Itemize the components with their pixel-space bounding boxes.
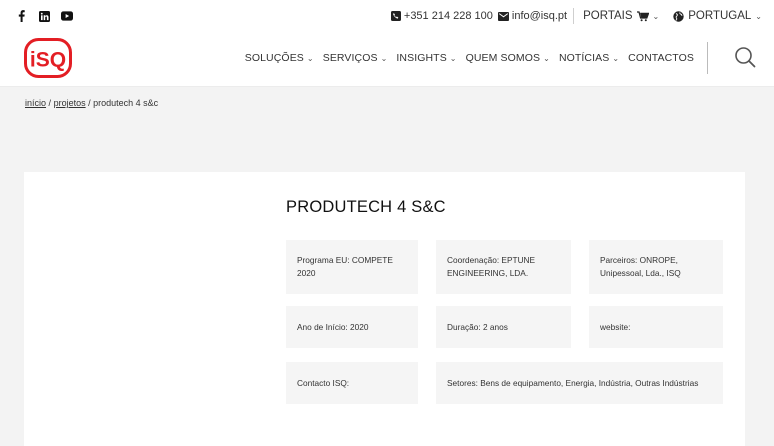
info-programa: Programa EU: COMPETE 2020 bbox=[286, 240, 418, 294]
portais-label: PORTAIS bbox=[583, 10, 633, 22]
nav-item-noticias[interactable]: NOTÍCIAS ⌄ bbox=[559, 52, 619, 64]
portais-dropdown[interactable]: PORTAIS ⌄ bbox=[583, 10, 659, 22]
nav-item-solucoes[interactable]: SOLUÇÕES ⌄ bbox=[245, 52, 314, 64]
page-title: PRODUTECH 4 S&C bbox=[286, 198, 446, 216]
divider bbox=[573, 8, 575, 24]
isq-logo[interactable]: iSQ bbox=[24, 38, 72, 78]
cart-icon bbox=[636, 10, 649, 21]
country-label: PORTUGAL bbox=[688, 10, 752, 22]
nav-item-insights[interactable]: INSIGHTS ⌄ bbox=[396, 52, 456, 64]
chevron-down-icon: ⌄ bbox=[380, 53, 388, 63]
info-text: Setores: Bens de equipamento, Energia, I… bbox=[447, 377, 699, 388]
nav-label: INSIGHTS bbox=[396, 52, 447, 64]
info-ano-inicio: Ano de Início: 2020 bbox=[286, 306, 418, 348]
breadcrumb-current: produtech 4 s&c bbox=[93, 98, 159, 108]
contact-bar: +351 214 228 100 info@isq.pt PORTAIS ⌄ P… bbox=[390, 8, 762, 24]
nav-label: QUEM SOMOS bbox=[465, 52, 541, 64]
chevron-down-icon: ⌄ bbox=[543, 53, 550, 63]
main-header: iSQ SOLUÇÕES ⌄ SERVIÇOS ⌄ INSIGHTS ⌄ QUEM S… bbox=[0, 32, 774, 87]
phone-link[interactable]: +351 214 228 100 bbox=[390, 10, 493, 22]
info-text: Duração: 2 anos bbox=[447, 321, 508, 332]
info-parceiros: Parceiros: ONROPE, Unipessoal, Lda., ISQ bbox=[589, 240, 723, 294]
info-text: website: bbox=[600, 321, 631, 332]
social-links bbox=[15, 10, 73, 22]
logo-text: iSQ bbox=[30, 49, 66, 72]
nav-label: SOLUÇÕES bbox=[244, 52, 304, 64]
chevron-down-icon: ⌄ bbox=[306, 53, 314, 63]
nav-item-contactos[interactable]: CONTACTOS bbox=[628, 52, 694, 64]
info-text: Ano de Início: 2020 bbox=[297, 321, 369, 332]
facebook-icon[interactable] bbox=[15, 10, 27, 22]
info-contacto: Contacto ISQ: bbox=[286, 362, 418, 404]
info-website: website: bbox=[589, 306, 723, 348]
mail-icon bbox=[497, 11, 509, 21]
search-icon[interactable] bbox=[734, 46, 756, 68]
chevron-down-icon: ⌄ bbox=[755, 11, 762, 21]
info-setores: Setores: Bens de equipamento, Energia, I… bbox=[436, 362, 723, 404]
breadcrumb-home-link[interactable]: início bbox=[25, 98, 46, 108]
country-dropdown[interactable]: PORTUGAL ⌄ bbox=[673, 10, 762, 22]
breadcrumb-projects-link[interactable]: projetos bbox=[54, 98, 86, 108]
breadcrumb: início / projetos / produtech 4 s&c bbox=[25, 98, 158, 108]
youtube-icon[interactable] bbox=[61, 10, 73, 22]
chevron-down-icon: ⌄ bbox=[612, 53, 620, 63]
info-text: Programa EU: COMPETE 2020 bbox=[297, 255, 393, 278]
info-coordenacao: Coordenação: EPTUNE ENGINEERING, LDA. bbox=[436, 240, 571, 294]
main-nav: SOLUÇÕES ⌄ SERVIÇOS ⌄ INSIGHTS ⌄ QUEM SOMOS… bbox=[245, 52, 694, 64]
nav-label: CONTACTOS bbox=[628, 52, 694, 64]
chevron-down-icon: ⌄ bbox=[449, 53, 457, 63]
nav-label: NOTÍCIAS bbox=[558, 52, 610, 64]
project-card: PRODUTECH 4 S&C Programa EU: COMPETE 202… bbox=[24, 172, 745, 446]
linkedin-icon[interactable] bbox=[38, 10, 50, 22]
info-duracao: Duração: 2 anos bbox=[436, 306, 571, 348]
info-text: Parceiros: ONROPE, Unipessoal, Lda., ISQ bbox=[600, 255, 681, 278]
nav-divider bbox=[707, 42, 708, 74]
top-bar: +351 214 228 100 info@isq.pt PORTAIS ⌄ P… bbox=[0, 0, 774, 32]
phone-icon bbox=[390, 11, 401, 21]
chevron-down-icon: ⌄ bbox=[652, 11, 660, 21]
globe-icon bbox=[673, 10, 684, 22]
email-link[interactable]: info@isq.pt bbox=[497, 10, 568, 22]
nav-label: SERVIÇOS bbox=[322, 52, 378, 64]
info-text: Coordenação: EPTUNE ENGINEERING, LDA. bbox=[447, 255, 536, 278]
nav-item-quem-somos[interactable]: QUEM SOMOS ⌄ bbox=[466, 52, 550, 64]
phone-number: +351 214 228 100 bbox=[403, 10, 493, 22]
nav-item-servicos[interactable]: SERVIÇOS ⌄ bbox=[323, 52, 388, 64]
info-text: Contacto ISQ: bbox=[297, 377, 350, 388]
email-address: info@isq.pt bbox=[511, 10, 568, 22]
